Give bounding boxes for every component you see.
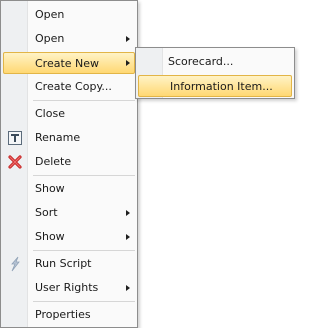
delete-icon: [7, 154, 23, 170]
menu-item-label: Create Copy...: [35, 80, 112, 93]
menu-item-label: Open: [35, 32, 65, 45]
menu-item-label: User Rights: [35, 281, 99, 294]
submenu-arrow-icon: [126, 210, 130, 216]
context-menu: Open Open Create New Create Copy... Clos…: [0, 0, 138, 328]
submenu-arrow-icon: [126, 60, 130, 66]
menu-item-label: Information Item...: [170, 80, 273, 93]
menu-item-properties[interactable]: Properties: [3, 304, 135, 326]
menu-item-open[interactable]: Open: [3, 4, 135, 26]
menu-separator: [33, 301, 135, 302]
menu-item-rename[interactable]: Rename: [3, 127, 135, 149]
menu-item-open-submenu[interactable]: Open: [3, 28, 135, 50]
menu-item-run-script[interactable]: Run Script: [3, 253, 135, 275]
menu-item-label: Rename: [35, 131, 81, 144]
menu-item-show-submenu[interactable]: Show: [3, 226, 135, 248]
create-new-submenu: Scorecard... Information Item...: [135, 47, 295, 99]
menu-item-show[interactable]: Show: [3, 178, 135, 200]
menu-item-label: Run Script: [35, 257, 92, 270]
menu-item-create-new[interactable]: Create New: [3, 52, 135, 74]
submenu-item-scorecard[interactable]: Scorecard...: [138, 51, 292, 73]
menu-item-label: Open: [35, 8, 65, 21]
menu-item-close[interactable]: Close: [3, 103, 135, 125]
menu-item-label: Create New: [35, 57, 100, 70]
menu-separator: [33, 175, 135, 176]
menu-item-label: Sort: [35, 206, 58, 219]
run-script-icon: [7, 256, 23, 272]
menu-item-label: Show: [35, 230, 65, 243]
menu-separator: [33, 250, 135, 251]
submenu-arrow-icon: [126, 36, 130, 42]
menu-item-label: Properties: [35, 308, 91, 321]
menu-item-sort[interactable]: Sort: [3, 202, 135, 224]
menu-item-label: Show: [35, 182, 65, 195]
submenu-item-information-item[interactable]: Information Item...: [138, 75, 292, 97]
menu-item-delete[interactable]: Delete: [3, 151, 135, 173]
menu-item-label: Scorecard...: [168, 55, 234, 68]
menu-item-user-rights[interactable]: User Rights: [3, 277, 135, 299]
menu-item-label: Close: [35, 107, 65, 120]
menu-item-label: Delete: [35, 155, 72, 168]
submenu-arrow-icon: [126, 285, 130, 291]
submenu-arrow-icon: [126, 234, 130, 240]
menu-separator: [33, 100, 135, 101]
menu-item-create-copy[interactable]: Create Copy...: [3, 76, 135, 98]
rename-icon: [7, 130, 23, 146]
